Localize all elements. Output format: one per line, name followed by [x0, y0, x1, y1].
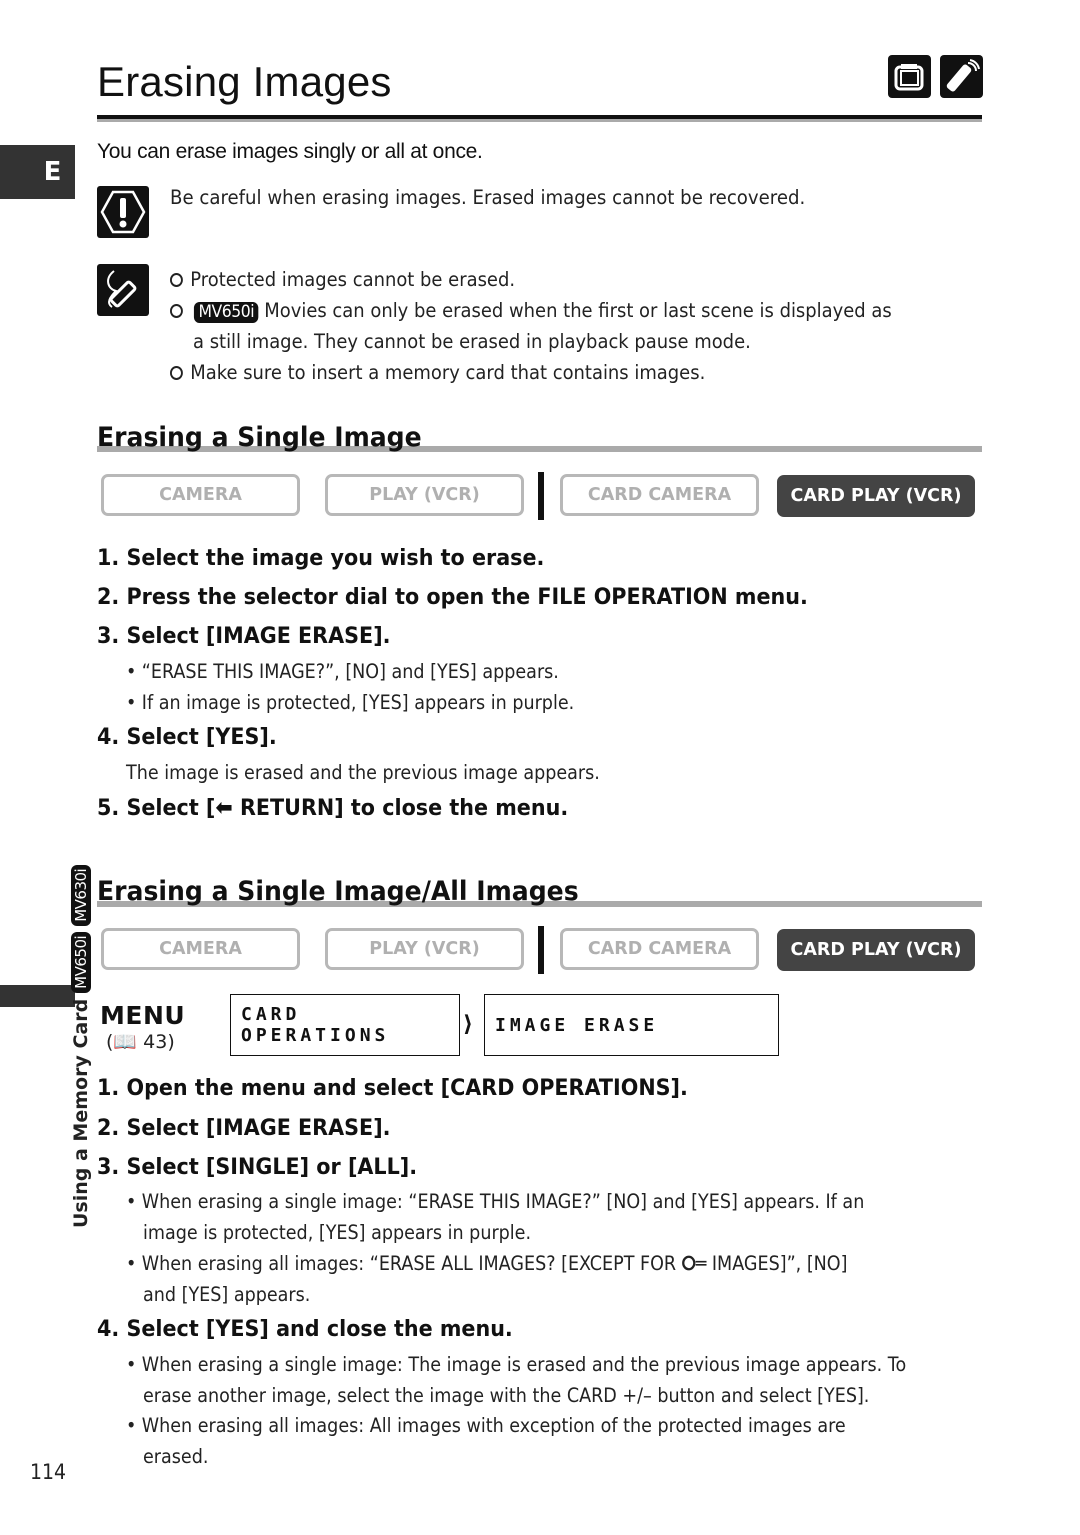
note-item: Make sure to insert a memory card that c…: [170, 357, 892, 388]
model-badge: MV650i: [193, 302, 259, 323]
menu-page-ref: (📖 43): [106, 1031, 175, 1053]
menu-path-item: CARD OPERATIONS: [230, 994, 460, 1056]
remote-control-icon: [940, 55, 983, 98]
step: 3. Select [IMAGE ERASE].: [97, 623, 391, 649]
circle-bullet-icon: [170, 304, 183, 318]
caution-icon: [97, 186, 149, 238]
note-item-continuation: a still image. They cannot be erased in …: [193, 330, 751, 353]
page-number: 114: [30, 1460, 67, 1484]
section-title: Erasing a Single Image: [97, 422, 422, 453]
note-pencil-icon: [97, 264, 149, 316]
step-note: The image is erased and the previous ima…: [126, 761, 600, 784]
key-icon: ⭘═: [681, 1252, 707, 1275]
bullet-item: • When erasing a single image: “ERASE THI…: [126, 1190, 865, 1213]
note-item: MV650i Movies can only be erased when the…: [170, 295, 892, 326]
step: 1. Open the menu and select [CARD OPERAT…: [97, 1075, 688, 1101]
notes-list: Protected images cannot be erased. MV650…: [170, 264, 955, 388]
title-rule: [97, 115, 982, 119]
bullet-item: • When erasing all images: “ERASE ALL IMA…: [126, 1252, 848, 1275]
mode-play-vcr: PLAY (VCR): [325, 474, 524, 516]
mode-card-camera: CARD CAMERA: [560, 474, 759, 516]
mode-play-vcr: PLAY (VCR): [325, 928, 524, 970]
mode-card-play-vcr: CARD PLAY (VCR): [777, 475, 975, 517]
side-tab-bar: [0, 985, 75, 1007]
mode-separator: [538, 472, 544, 520]
step: 4. Select [YES].: [97, 724, 277, 750]
mode-card-camera: CARD CAMERA: [560, 928, 759, 970]
step: 2. Press the selector dial to open the F…: [97, 584, 808, 610]
bullet-item-continuation: and [YES] appears.: [143, 1283, 311, 1306]
model-badge: MV650i: [71, 931, 91, 993]
section-title: Erasing a Single Image/All Images: [97, 876, 579, 907]
bullet-item: • “ERASE THIS IMAGE?”, [NO] and [YES] app…: [126, 660, 559, 683]
menu-path-item: IMAGE ERASE: [484, 994, 779, 1056]
camcorder-icon: [888, 55, 931, 98]
book-icon: 📖: [113, 1031, 138, 1053]
step: 3. Select [SINGLE] or [ALL].: [97, 1154, 418, 1180]
return-arrow-icon: ⬅: [215, 795, 233, 821]
menu-label: MENU: [100, 1001, 186, 1030]
language-tab: E: [0, 145, 75, 199]
circle-bullet-icon: [170, 273, 183, 287]
bullet-item: • If an image is protected, [YES] appears…: [126, 691, 575, 714]
mode-camera: CAMERA: [101, 928, 300, 970]
caution-text: Be careful when erasing images. Erased i…: [170, 186, 806, 209]
mode-card-play-vcr: CARD PLAY (VCR): [777, 929, 975, 971]
circle-bullet-icon: [170, 366, 183, 380]
model-badge: MV630i: [71, 864, 91, 926]
mode-camera: CAMERA: [101, 474, 300, 516]
step: 5. Select [⬅ RETURN] to close the menu.: [97, 795, 569, 821]
menu-arrow-icon: ⟩: [463, 1012, 474, 1037]
note-item: Protected images cannot be erased.: [170, 264, 892, 295]
step: 2. Select [IMAGE ERASE].: [97, 1115, 391, 1141]
step: 4. Select [YES] and close the menu.: [97, 1316, 513, 1342]
bullet-item-continuation: erased.: [143, 1445, 209, 1468]
bullet-item-continuation: image is protected, [YES] appears in pur…: [143, 1221, 532, 1244]
mode-separator: [538, 926, 544, 974]
bullet-item: • When erasing a single image: The image …: [126, 1353, 907, 1376]
step: 1. Select the image you wish to erase.: [97, 545, 545, 571]
side-chapter-label: Using a Memory Card MV650i MV630i: [70, 864, 92, 1228]
bullet-item: • When erasing all images: All images wit…: [126, 1414, 846, 1437]
bullet-item-continuation: erase another image, select the image wi…: [143, 1384, 870, 1407]
page-title: Erasing Images: [97, 58, 392, 105]
intro-text: You can erase images singly or all at on…: [97, 140, 483, 163]
